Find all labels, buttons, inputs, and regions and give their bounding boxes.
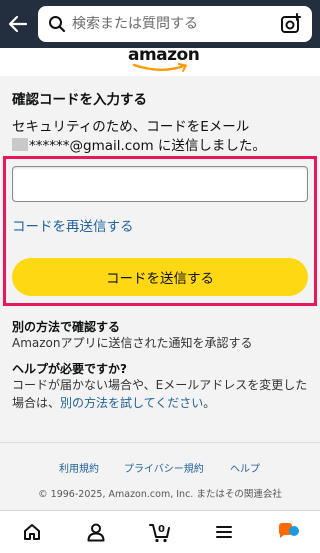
copyright: © 1996-2025, Amazon.com, Inc. またはその関連会社 xyxy=(38,489,282,500)
camera-search-icon[interactable] xyxy=(280,13,302,35)
nav-account[interactable] xyxy=(64,511,128,553)
footer-link-help[interactable]: ヘルプ xyxy=(230,460,260,475)
desc-line1: セキュリティのため、コードをEメール xyxy=(12,119,250,135)
send-code-button[interactable]: コードを送信する xyxy=(12,258,308,296)
verification-code-input[interactable] xyxy=(12,166,308,202)
cart-icon: 0 xyxy=(149,524,170,543)
footer-link-privacy[interactable]: プライバシー規約 xyxy=(124,460,204,475)
search-icon xyxy=(49,16,66,33)
search-input[interactable] xyxy=(72,6,272,42)
page-title: 確認コードを入力する xyxy=(12,92,147,108)
footer-link-terms[interactable]: 利用規約 xyxy=(59,460,99,475)
email-redaction xyxy=(12,138,28,151)
description: セキュリティのため、コードをEメール ******@gmail.com に送信し… xyxy=(12,118,312,156)
nav-cart[interactable]: 0 xyxy=(128,511,192,553)
resend-code-link[interactable]: コードを再送信する xyxy=(12,215,134,235)
amazon-logo[interactable]: amazon xyxy=(128,45,200,75)
help-heading: ヘルプが必要ですか? xyxy=(12,362,127,376)
cart-count: 0 xyxy=(158,524,165,535)
menu-icon xyxy=(216,526,232,538)
bottom-nav: 0 xyxy=(0,510,320,553)
footer-links: 利用規約 プライバシー規約 ヘルプ xyxy=(0,460,320,476)
nav-assistant[interactable] xyxy=(256,511,320,553)
logo-text: amazon xyxy=(128,45,200,65)
help-end: 。 xyxy=(203,396,216,410)
alt-method-heading: 別の方法で確認する xyxy=(12,320,121,334)
email-masked: ******@gmail.com xyxy=(29,138,154,154)
home-icon xyxy=(24,524,40,540)
back-arrow-icon xyxy=(8,15,28,33)
top-bar xyxy=(0,0,320,48)
account-icon xyxy=(87,523,105,542)
logo-smile-icon xyxy=(132,63,187,72)
search-box[interactable] xyxy=(38,6,312,42)
back-button[interactable] xyxy=(4,10,32,38)
try-other-method-link[interactable]: 別の方法を試してください xyxy=(60,396,203,410)
verification-form: 確認コードを入力する セキュリティのため、コードをEメール ******@gma… xyxy=(0,76,320,442)
nav-menu[interactable] xyxy=(192,511,256,553)
footer-divider xyxy=(0,442,320,443)
nav-home[interactable] xyxy=(0,511,64,553)
assistant-icon xyxy=(279,523,299,538)
desc-line2-suffix: に送信しました。 xyxy=(153,138,266,154)
alt-method-description: Amazonアプリに送信された通知を承認する xyxy=(12,336,253,350)
logo-strip: amazon xyxy=(0,45,320,76)
help-description: コードが届かない場合や、Eメールアドレスを変更した場合は、別の方法を試してくださ… xyxy=(12,376,312,412)
